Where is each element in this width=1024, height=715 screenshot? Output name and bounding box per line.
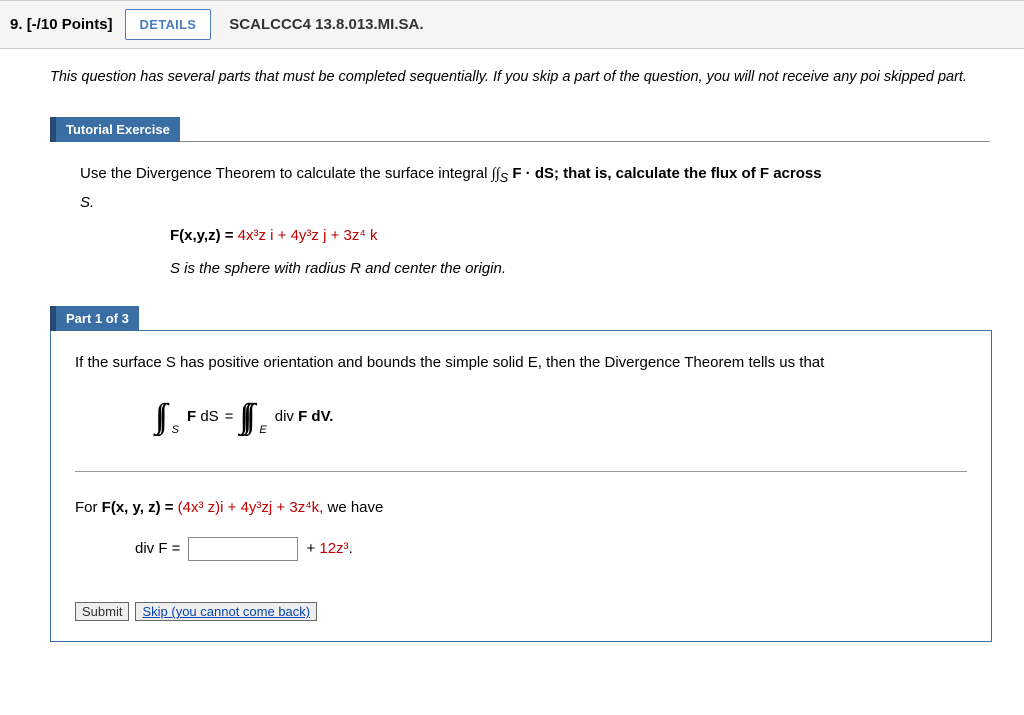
details-button[interactable]: DETAILS: [125, 9, 212, 40]
div-F-suffix: + 12z³.: [306, 535, 352, 562]
part-1-box: If the surface S has positive orientatio…: [50, 330, 992, 642]
divergence-theorem-equation: ∫∫S F dS = ∫∫∫E div F dV.: [155, 386, 967, 447]
part-1-header: Part 1 of 3: [50, 306, 139, 331]
tutorial-body: Use the Divergence Theorem to calculate …: [50, 142, 1020, 307]
part-1-statement: If the surface S has positive orientatio…: [75, 349, 967, 376]
div-F-label: div F =: [135, 535, 180, 562]
tutorial-exercise-header: Tutorial Exercise: [50, 117, 180, 142]
skip-button[interactable]: Skip (you cannot come back): [135, 602, 317, 621]
question-header: 9. [-/10 Points] DETAILS SCALCCC4 13.8.0…: [0, 1, 1024, 49]
question-number: 9. [-/10 Points]: [10, 16, 113, 33]
sequential-instruction: This question has several parts that mus…: [50, 67, 1024, 89]
answer-input[interactable]: [188, 537, 298, 561]
submit-button[interactable]: Submit: [75, 602, 129, 621]
for-F-line: For F(x, y, z) = (4x³ z)i + 4y³zj + 3z⁴k…: [75, 494, 967, 521]
assignment-id: SCALCCC4 13.8.013.MI.SA.: [229, 16, 423, 33]
